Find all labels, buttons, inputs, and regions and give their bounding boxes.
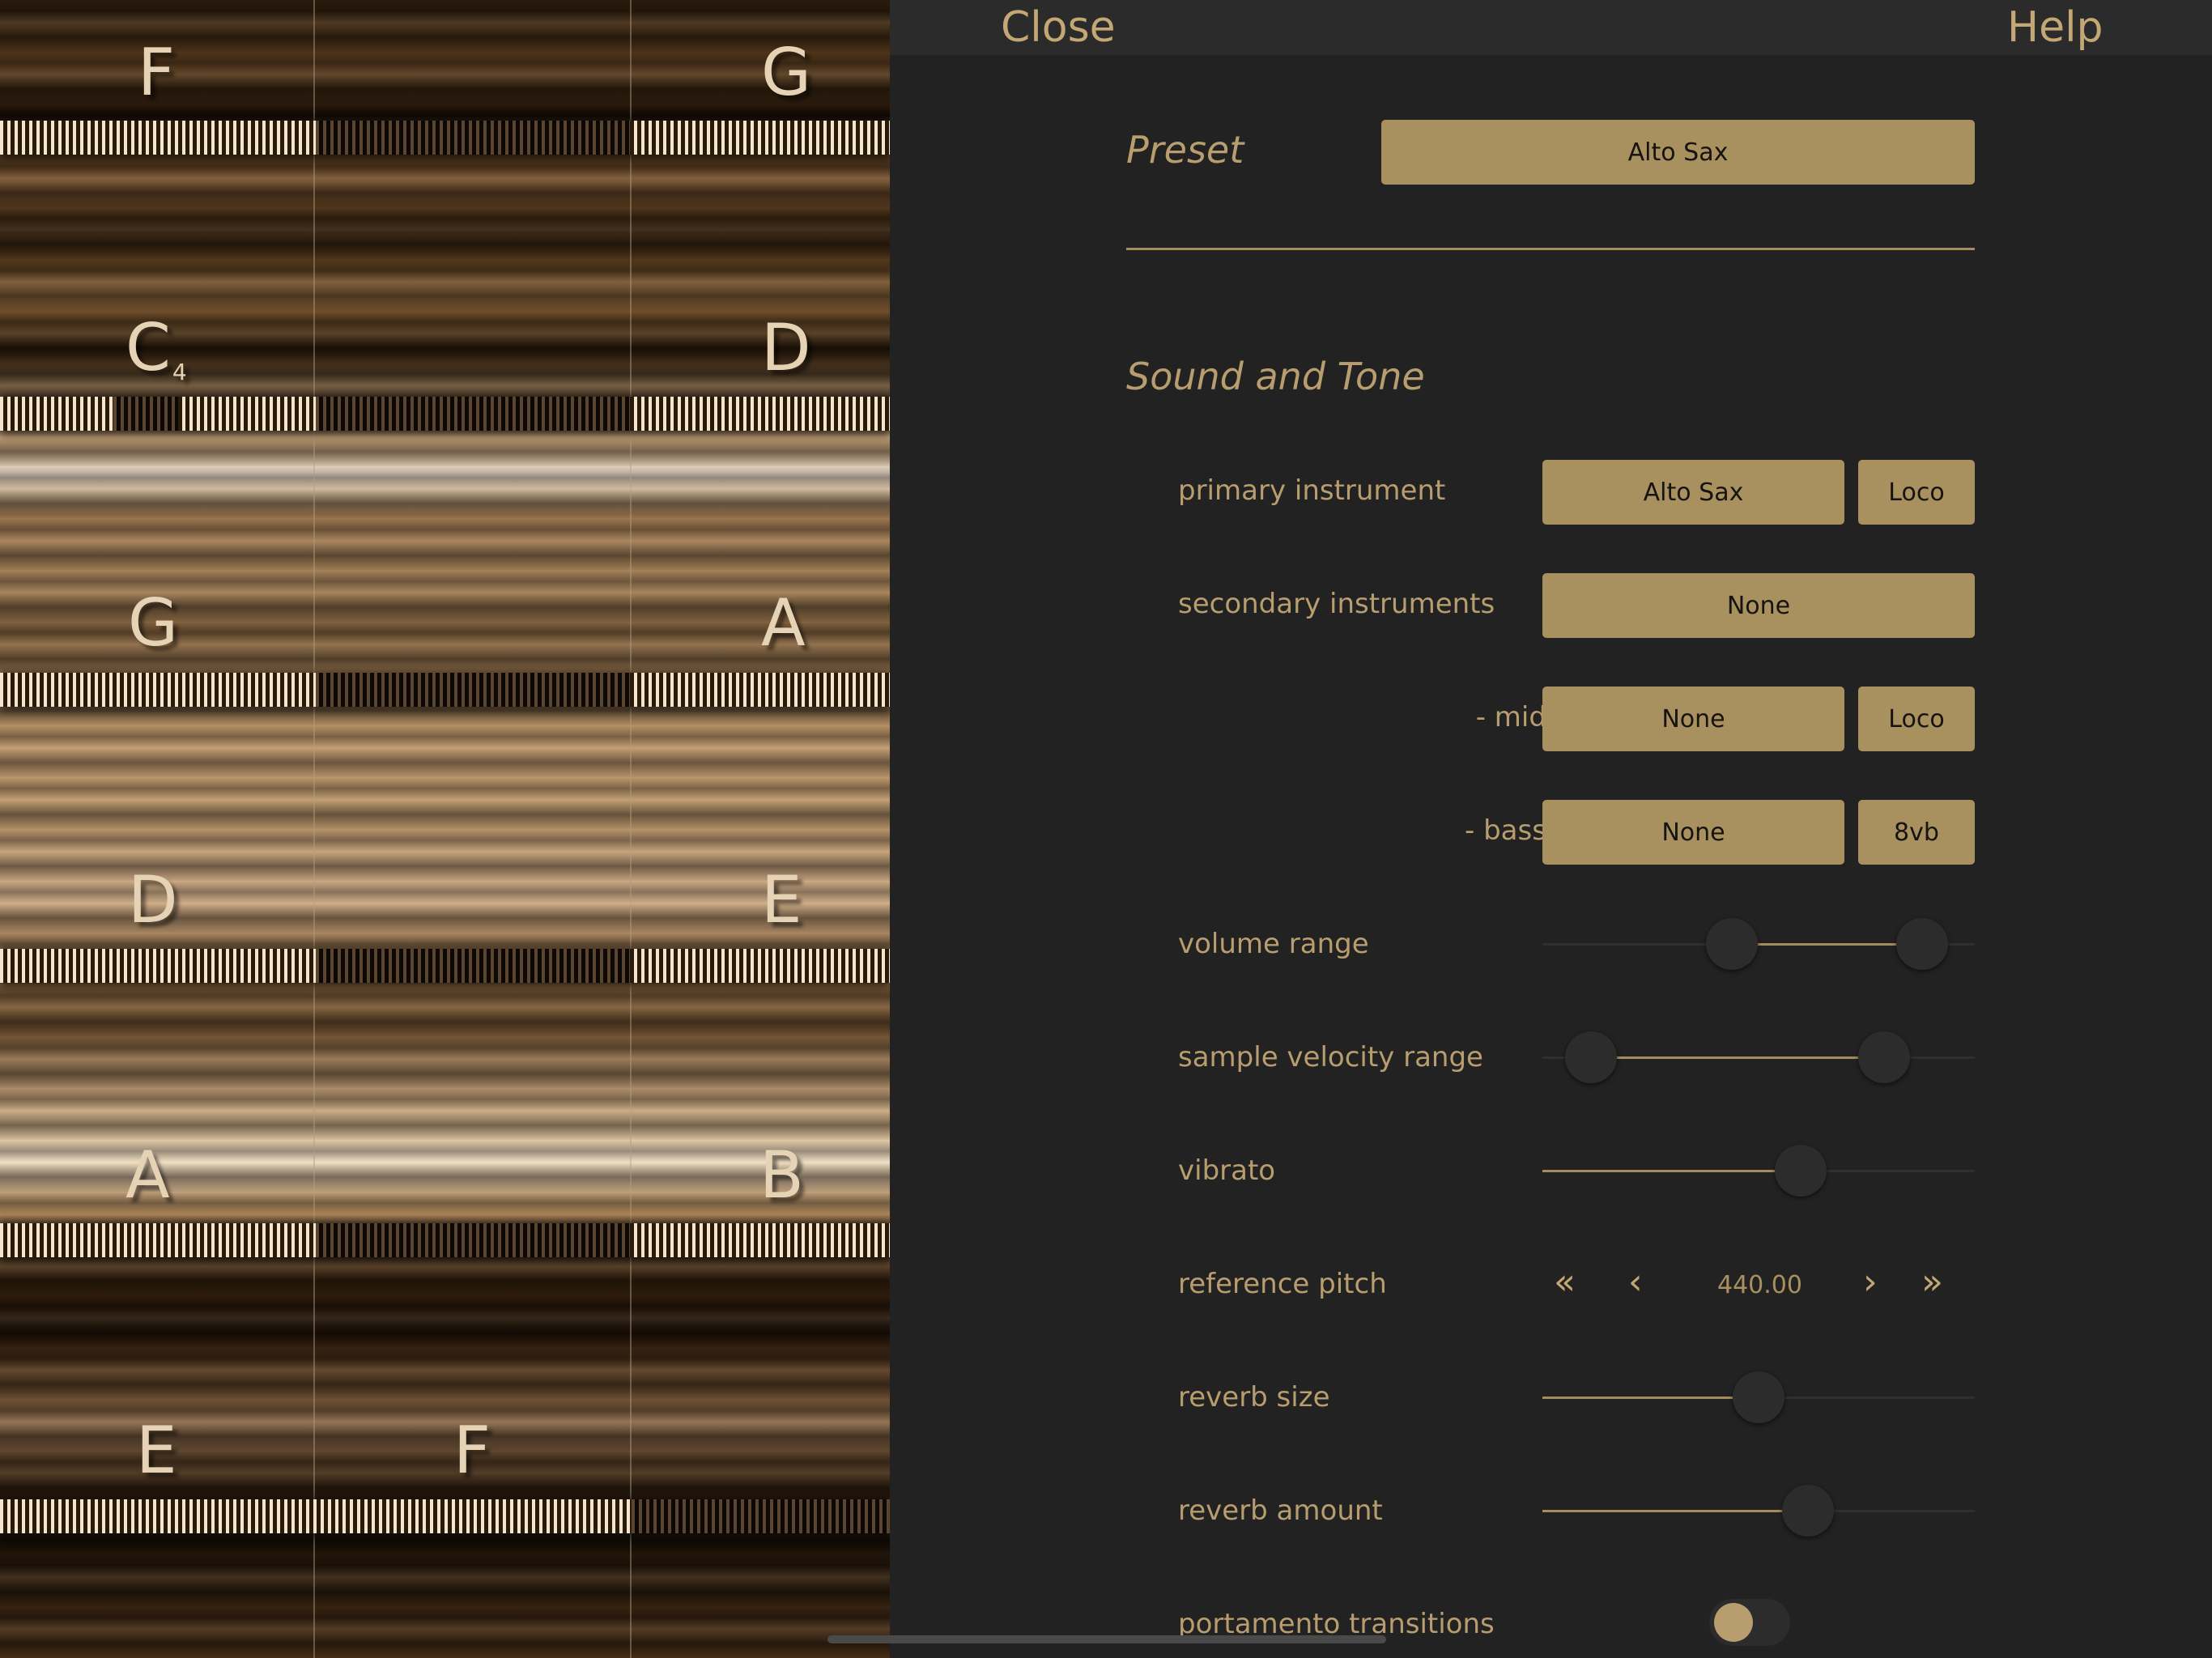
section-divider [1126,248,1975,250]
string-fret [0,673,890,707]
slider-high-handle[interactable] [1858,1031,1911,1083]
secondary-instruments-label: secondary instruments [1178,588,1495,620]
mid-articulation-button[interactable]: Loco [1858,687,1975,751]
settings-panel: Preset Alto Sax Sound and Tone primary i… [890,55,2212,1658]
string-fret [0,397,890,431]
primary-instrument-button[interactable]: Alto Sax [1542,460,1844,525]
note-key[interactable]: A [125,1143,170,1208]
note-key[interactable]: E [136,1418,177,1483]
sample-velocity-range-label: sample velocity range [1178,1041,1483,1073]
string-keyboard[interactable]: F G C4 D G A D E A B E F [0,0,890,1658]
slider-handle[interactable] [1782,1485,1835,1537]
string-fret [0,1499,890,1533]
bass-label: - bass - [1465,814,1565,847]
string-fret [0,949,890,983]
pitch-fast-down-icon[interactable]: « [1554,1265,1576,1300]
column-divider [630,0,632,1658]
portamento-toggle[interactable] [1709,1599,1790,1646]
slider-fill [1542,1510,1809,1512]
slider-handle[interactable] [1733,1371,1784,1423]
reverb-amount-label: reverb amount [1178,1494,1383,1527]
reference-pitch-value: 440.00 [1717,1271,1802,1299]
slider-high-handle[interactable] [1896,918,1949,970]
primary-articulation-button[interactable]: Loco [1858,460,1975,525]
help-button[interactable]: Help [2007,3,2104,52]
volume-range-label: volume range [1178,928,1369,960]
sound-and-tone-heading: Sound and Tone [1126,355,1425,398]
slider-fill [1542,1170,1801,1172]
bass-instrument-button[interactable]: None [1542,800,1844,865]
slider-fill [1542,1397,1759,1399]
primary-instrument-label: primary instrument [1178,474,1446,507]
string-fret [0,1223,890,1257]
note-key[interactable]: F [453,1418,491,1483]
string-fret [0,121,890,155]
mid-label: - mid - [1475,701,1565,733]
pitch-down-icon[interactable]: ‹ [1628,1265,1643,1300]
preset-select-button[interactable]: Alto Sax [1381,120,1975,185]
mid-instrument-button[interactable]: None [1542,687,1844,751]
slider-low-handle[interactable] [1565,1031,1618,1083]
secondary-instruments-button[interactable]: None [1542,573,1975,638]
close-button[interactable]: Close [1001,3,1116,52]
column-divider [313,0,315,1658]
note-key[interactable]: E [761,868,802,933]
vibrato-label: vibrato [1178,1154,1276,1187]
slider-fill [1732,943,1923,946]
top-bar: Close Help [890,0,2212,55]
note-key[interactable]: C4 [125,316,187,384]
note-key[interactable]: F [138,40,175,105]
slider-handle[interactable] [1774,1145,1827,1197]
reference-pitch-label: reference pitch [1178,1268,1387,1300]
toggle-knob [1714,1603,1753,1642]
note-key[interactable]: D [761,316,811,380]
pitch-fast-up-icon[interactable]: » [1921,1265,1943,1300]
slider-low-handle[interactable] [1706,918,1759,970]
note-key[interactable]: D [128,868,178,933]
preset-heading: Preset [1126,128,1244,172]
home-indicator [827,1635,1386,1643]
reverb-size-label: reverb size [1178,1381,1330,1414]
note-key[interactable]: B [759,1143,804,1208]
note-key[interactable]: G [128,591,178,656]
note-key[interactable]: G [761,40,811,105]
note-key[interactable]: A [761,591,806,656]
pitch-up-icon[interactable]: › [1863,1265,1878,1300]
slider-fill [1591,1056,1885,1059]
bass-articulation-button[interactable]: 8vb [1858,800,1975,865]
